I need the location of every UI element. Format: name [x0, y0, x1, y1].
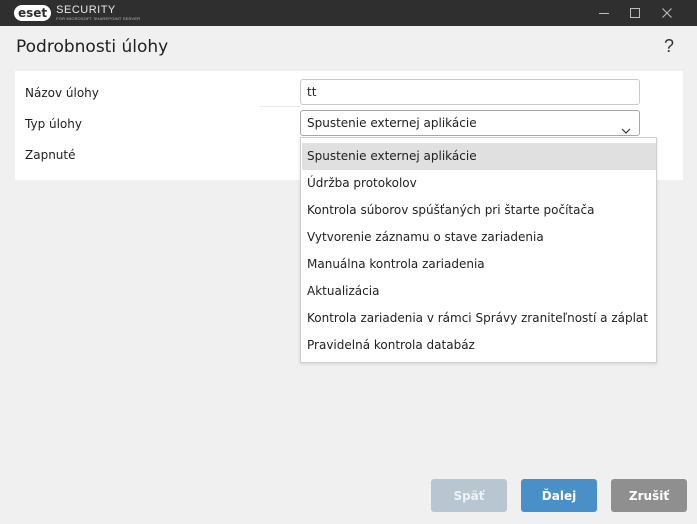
task-name-input[interactable]: tt	[300, 79, 640, 105]
dropdown-option[interactable]: Kontrola súborov spúšťaných pri štarte p…	[302, 197, 656, 224]
dropdown-option[interactable]: Kontrola zariadenia v rámci Správy zrani…	[302, 305, 656, 332]
logo-badge: eset	[14, 5, 52, 21]
title-bar: eset SECURITY FOR MICROSOFT SHAREPOINT S…	[0, 0, 697, 26]
task-type-label: Typ úlohy	[25, 117, 82, 131]
logo-product-subtitle: FOR MICROSOFT SHAREPOINT SERVER	[56, 16, 141, 21]
next-button[interactable]: Ďalej	[521, 479, 597, 512]
back-button[interactable]: Späť	[431, 479, 507, 512]
logo-product-name: SECURITY	[56, 4, 116, 16]
cancel-button[interactable]: Zrušiť	[611, 479, 687, 512]
enabled-label: Zapnuté	[25, 148, 76, 162]
task-type-dropdown-list: Spustenie externej aplikácie Údržba prot…	[300, 137, 657, 363]
row-divider	[260, 106, 300, 107]
task-type-select[interactable]: Spustenie externej aplikácie	[300, 110, 640, 136]
logo-text: SECURITY FOR MICROSOFT SHAREPOINT SERVER	[56, 4, 141, 22]
maximize-icon[interactable]	[617, 0, 653, 26]
eset-logo: eset SECURITY FOR MICROSOFT SHAREPOINT S…	[14, 4, 140, 22]
page-title: Podrobnosti úlohy	[16, 37, 169, 57]
dropdown-option[interactable]: Pravidelná kontrola databáz	[302, 332, 656, 359]
task-name-label: Názov úlohy	[25, 86, 99, 100]
task-type-selected-value: Spustenie externej aplikácie	[307, 116, 477, 130]
close-icon[interactable]	[649, 0, 685, 26]
dropdown-option[interactable]: Manuálna kontrola zariadenia	[302, 251, 656, 278]
dropdown-option[interactable]: Spustenie externej aplikácie	[302, 143, 656, 170]
dropdown-option[interactable]: Vytvorenie záznamu o stave zariadenia	[302, 224, 656, 251]
dropdown-option[interactable]: Aktualizácia	[302, 278, 656, 305]
help-icon[interactable]: ?	[664, 36, 674, 57]
dropdown-option[interactable]: Údržba protokolov	[302, 170, 656, 197]
